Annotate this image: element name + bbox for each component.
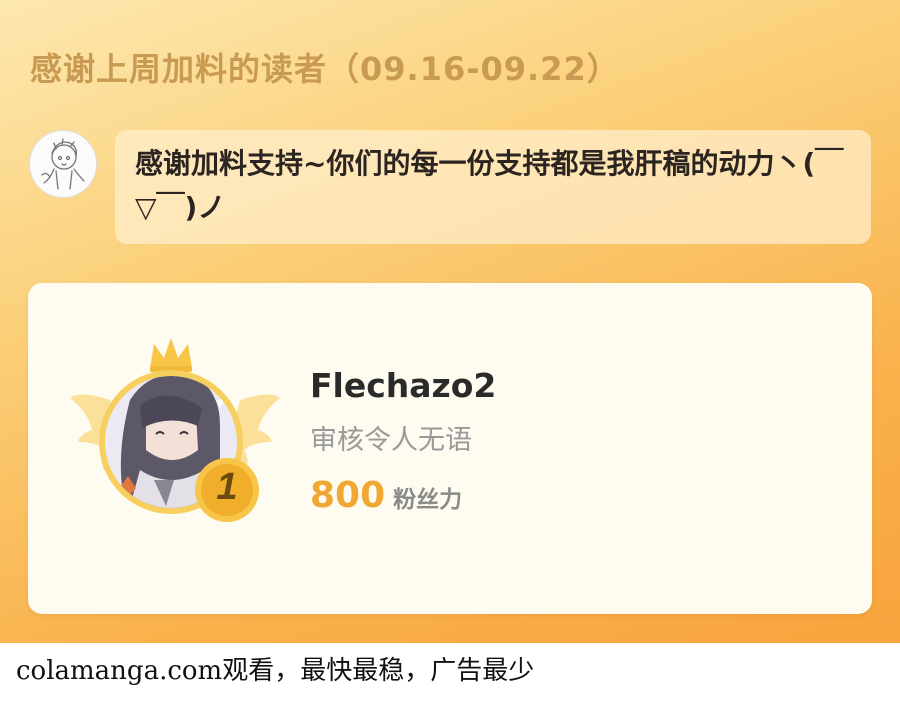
rank-avatar-badge[interactable]: 1 <box>70 330 280 540</box>
points-unit: 粉丝力 <box>393 487 463 513</box>
user-name[interactable]: Flechazo2 <box>310 366 496 405</box>
footer-notice: colamanga.com观看，最快最稳，广告最少 <box>16 656 535 686</box>
crown-wings-icon <box>70 338 280 522</box>
points-value: 800 <box>310 475 386 516</box>
thanks-panel: 感谢上周加料的读者（09.16-09.22） 感谢加料支持~你们的每一份支持都是… <box>0 0 900 643</box>
user-comment: 审核令人无语 <box>310 425 472 456</box>
points-row: 800 粉丝力 <box>310 475 462 516</box>
author-avatar[interactable] <box>29 130 97 198</box>
rank-number: 1 <box>216 466 238 508</box>
message-text: 感谢加料支持~你们的每一份支持都是我肝稿的动力丶(￣▽￣)ノ <box>135 147 844 224</box>
message-bubble: 感谢加料支持~你们的每一份支持都是我肝稿的动力丶(￣▽￣)ノ <box>115 130 871 244</box>
sketch-character-icon <box>30 131 96 197</box>
page-title: 感谢上周加料的读者（09.16-09.22） <box>30 50 620 88</box>
